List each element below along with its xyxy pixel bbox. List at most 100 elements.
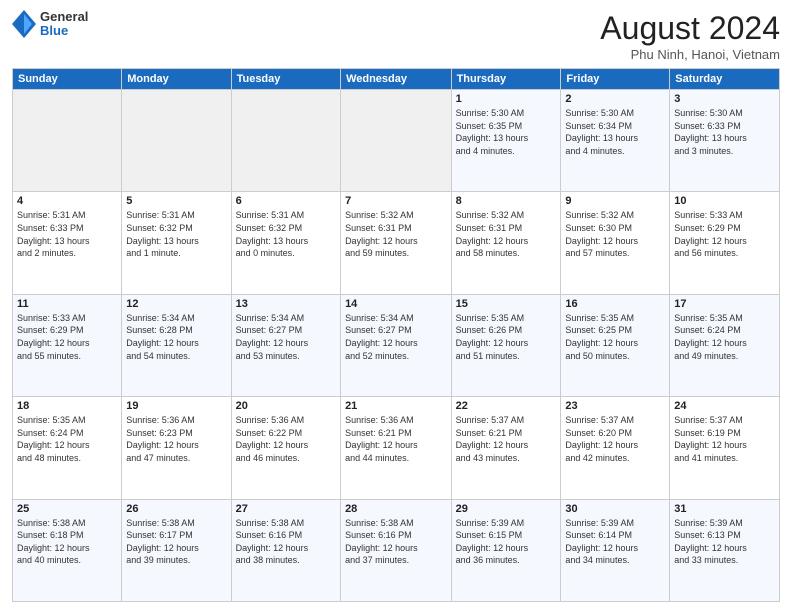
day-number: 1 — [456, 93, 557, 105]
day-cell: 5 Sunrise: 5:31 AM Sunset: 6:32 PM Daylig… — [122, 192, 231, 294]
day-number: 21 — [345, 400, 447, 412]
day-cell: 22Sunrise: 5:37 AM Sunset: 6:21 PM Dayli… — [451, 397, 561, 499]
day-info: Sunrise: 5:34 AM Sunset: 6:27 PM Dayligh… — [236, 312, 336, 362]
day-number: 29 — [456, 503, 557, 515]
day-info: Sunrise: 5:35 AM Sunset: 6:25 PM Dayligh… — [565, 312, 665, 362]
day-number: 30 — [565, 503, 665, 515]
day-cell: 13 Sunrise: 5:34 AM Sunset: 6:27 PM Dayli… — [231, 294, 340, 396]
calendar-table: SundayMondayTuesdayWednesdayThursdayFrid… — [12, 68, 780, 602]
calendar-body: 1Sunrise: 5:30 AM Sunset: 6:35 PM Daylig… — [13, 90, 780, 602]
weekday-saturday: Saturday — [670, 69, 780, 90]
day-cell: 30 Sunrise: 5:39 AM Sunset: 6:14 PM Dayli… — [561, 499, 670, 601]
week-row-3: 11 Sunrise: 5:33 AM Sunset: 6:29 PM Dayli… — [13, 294, 780, 396]
day-number: 15 — [456, 298, 557, 310]
weekday-sunday: Sunday — [13, 69, 122, 90]
day-info: Sunrise: 5:31 AM Sunset: 6:33 PM Dayligh… — [17, 209, 117, 259]
day-info: Sunrise: 5:36 AM Sunset: 6:21 PM Dayligh… — [345, 414, 447, 464]
day-number: 25 — [17, 503, 117, 515]
day-cell — [13, 90, 122, 192]
day-info: Sunrise: 5:38 AM Sunset: 6:18 PM Dayligh… — [17, 517, 117, 567]
day-number: 27 — [236, 503, 336, 515]
day-cell: 21 Sunrise: 5:36 AM Sunset: 6:21 PM Dayli… — [341, 397, 452, 499]
day-info: Sunrise: 5:31 AM Sunset: 6:32 PM Dayligh… — [236, 209, 336, 259]
day-number: 4 — [17, 195, 117, 207]
day-number: 18 — [17, 400, 117, 412]
logo-general-text: General — [40, 10, 88, 24]
day-cell: 24Sunrise: 5:37 AM Sunset: 6:19 PM Dayli… — [670, 397, 780, 499]
day-number: 12 — [126, 298, 226, 310]
day-cell: 20 Sunrise: 5:36 AM Sunset: 6:22 PM Dayli… — [231, 397, 340, 499]
day-number: 14 — [345, 298, 447, 310]
day-cell: 8 Sunrise: 5:32 AM Sunset: 6:31 PM Daylig… — [451, 192, 561, 294]
day-info: Sunrise: 5:39 AM Sunset: 6:14 PM Dayligh… — [565, 517, 665, 567]
calendar-page: General Blue August 2024 Phu Ninh, Hanoi… — [0, 0, 792, 612]
day-number: 28 — [345, 503, 447, 515]
day-cell: 25 Sunrise: 5:38 AM Sunset: 6:18 PM Dayli… — [13, 499, 122, 601]
logo-text: General Blue — [40, 10, 88, 39]
day-cell: 31 Sunrise: 5:39 AM Sunset: 6:13 PM Dayli… — [670, 499, 780, 601]
day-cell: 12Sunrise: 5:34 AM Sunset: 6:28 PM Dayli… — [122, 294, 231, 396]
day-number: 9 — [565, 195, 665, 207]
week-row-1: 1Sunrise: 5:30 AM Sunset: 6:35 PM Daylig… — [13, 90, 780, 192]
day-cell: 4 Sunrise: 5:31 AM Sunset: 6:33 PM Daylig… — [13, 192, 122, 294]
day-cell: 23Sunrise: 5:37 AM Sunset: 6:20 PM Dayli… — [561, 397, 670, 499]
day-cell: 15Sunrise: 5:35 AM Sunset: 6:26 PM Dayli… — [451, 294, 561, 396]
day-cell: 2Sunrise: 5:30 AM Sunset: 6:34 PM Daylig… — [561, 90, 670, 192]
day-cell: 9 Sunrise: 5:32 AM Sunset: 6:30 PM Daylig… — [561, 192, 670, 294]
day-number: 17 — [674, 298, 775, 310]
day-info: Sunrise: 5:38 AM Sunset: 6:16 PM Dayligh… — [236, 517, 336, 567]
day-cell: 28Sunrise: 5:38 AM Sunset: 6:16 PM Dayli… — [341, 499, 452, 601]
day-cell: 19 Sunrise: 5:36 AM Sunset: 6:23 PM Dayli… — [122, 397, 231, 499]
day-number: 3 — [674, 93, 775, 105]
day-info: Sunrise: 5:36 AM Sunset: 6:22 PM Dayligh… — [236, 414, 336, 464]
day-number: 7 — [345, 195, 447, 207]
day-cell: 26Sunrise: 5:38 AM Sunset: 6:17 PM Dayli… — [122, 499, 231, 601]
day-cell — [341, 90, 452, 192]
day-cell: 3Sunrise: 5:30 AM Sunset: 6:33 PM Daylig… — [670, 90, 780, 192]
calendar-header: SundayMondayTuesdayWednesdayThursdayFrid… — [13, 69, 780, 90]
day-cell: 16 Sunrise: 5:35 AM Sunset: 6:25 PM Dayli… — [561, 294, 670, 396]
day-cell: 27 Sunrise: 5:38 AM Sunset: 6:16 PM Dayli… — [231, 499, 340, 601]
day-info: Sunrise: 5:39 AM Sunset: 6:13 PM Dayligh… — [674, 517, 775, 567]
weekday-header-row: SundayMondayTuesdayWednesdayThursdayFrid… — [13, 69, 780, 90]
day-info: Sunrise: 5:34 AM Sunset: 6:27 PM Dayligh… — [345, 312, 447, 362]
day-number: 24 — [674, 400, 775, 412]
day-number: 10 — [674, 195, 775, 207]
calendar: SundayMondayTuesdayWednesdayThursdayFrid… — [12, 68, 780, 602]
week-row-4: 18 Sunrise: 5:35 AM Sunset: 6:24 PM Dayli… — [13, 397, 780, 499]
day-number: 8 — [456, 195, 557, 207]
day-cell — [231, 90, 340, 192]
day-cell: 29 Sunrise: 5:39 AM Sunset: 6:15 PM Dayli… — [451, 499, 561, 601]
day-info: Sunrise: 5:37 AM Sunset: 6:20 PM Dayligh… — [565, 414, 665, 464]
day-info: Sunrise: 5:35 AM Sunset: 6:24 PM Dayligh… — [17, 414, 117, 464]
day-cell: 17 Sunrise: 5:35 AM Sunset: 6:24 PM Dayli… — [670, 294, 780, 396]
logo: General Blue — [12, 10, 88, 39]
location: Phu Ninh, Hanoi, Vietnam — [600, 47, 780, 62]
day-info: Sunrise: 5:32 AM Sunset: 6:31 PM Dayligh… — [456, 209, 557, 259]
day-cell: 14 Sunrise: 5:34 AM Sunset: 6:27 PM Dayli… — [341, 294, 452, 396]
weekday-thursday: Thursday — [451, 69, 561, 90]
day-info: Sunrise: 5:33 AM Sunset: 6:29 PM Dayligh… — [17, 312, 117, 362]
day-info: Sunrise: 5:38 AM Sunset: 6:17 PM Dayligh… — [126, 517, 226, 567]
day-number: 19 — [126, 400, 226, 412]
day-cell: 11 Sunrise: 5:33 AM Sunset: 6:29 PM Dayli… — [13, 294, 122, 396]
day-number: 2 — [565, 93, 665, 105]
day-cell: 10Sunrise: 5:33 AM Sunset: 6:29 PM Dayli… — [670, 192, 780, 294]
day-info: Sunrise: 5:31 AM Sunset: 6:32 PM Dayligh… — [126, 209, 226, 259]
day-info: Sunrise: 5:36 AM Sunset: 6:23 PM Dayligh… — [126, 414, 226, 464]
week-row-5: 25 Sunrise: 5:38 AM Sunset: 6:18 PM Dayli… — [13, 499, 780, 601]
day-number: 13 — [236, 298, 336, 310]
day-number: 16 — [565, 298, 665, 310]
day-cell: 1Sunrise: 5:30 AM Sunset: 6:35 PM Daylig… — [451, 90, 561, 192]
title-area: August 2024 Phu Ninh, Hanoi, Vietnam — [600, 10, 780, 62]
day-number: 6 — [236, 195, 336, 207]
day-info: Sunrise: 5:39 AM Sunset: 6:15 PM Dayligh… — [456, 517, 557, 567]
day-number: 31 — [674, 503, 775, 515]
day-number: 20 — [236, 400, 336, 412]
day-number: 11 — [17, 298, 117, 310]
day-number: 5 — [126, 195, 226, 207]
day-info: Sunrise: 5:32 AM Sunset: 6:30 PM Dayligh… — [565, 209, 665, 259]
day-cell: 6 Sunrise: 5:31 AM Sunset: 6:32 PM Daylig… — [231, 192, 340, 294]
day-info: Sunrise: 5:35 AM Sunset: 6:24 PM Dayligh… — [674, 312, 775, 362]
day-cell: 18 Sunrise: 5:35 AM Sunset: 6:24 PM Dayli… — [13, 397, 122, 499]
